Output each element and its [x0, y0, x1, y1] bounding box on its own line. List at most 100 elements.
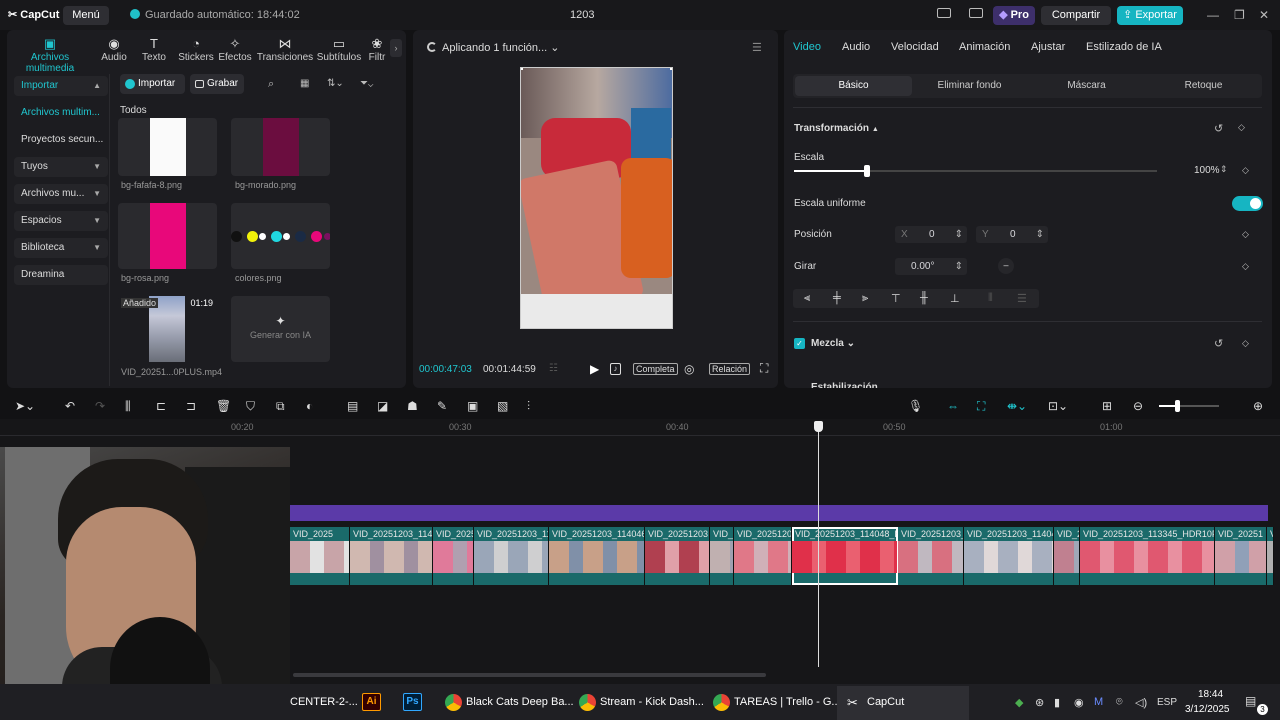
tool-transitions[interactable]: ⋈ Transiciones	[256, 36, 314, 63]
magic-icon[interactable]: ✎	[437, 399, 447, 413]
blend-checkbox[interactable]: ✓	[794, 338, 805, 349]
tool-effects[interactable]: ✧ Efectos	[212, 36, 258, 63]
scale-slider-knob[interactable]	[863, 165, 870, 177]
timeline-clip[interactable]: VID_20251	[1215, 527, 1267, 585]
position-x-field[interactable]: X 0 ⇕	[895, 226, 967, 243]
distribute-h-icon[interactable]: ⦀	[988, 292, 993, 305]
tab-audio[interactable]: Audio	[842, 41, 870, 53]
reset-icon[interactable]: ↺	[1214, 122, 1223, 135]
mirror-icon[interactable]: ◪	[377, 399, 388, 413]
clock-date[interactable]: 3/12/2025	[1185, 704, 1230, 715]
chevron-right-icon[interactable]: ›	[390, 39, 402, 57]
timeline-clip[interactable]: VID_20251203_114046_H	[549, 527, 645, 585]
rotate-dial[interactable]: –	[998, 258, 1014, 274]
timeline-clip[interactable]: VID_2025	[290, 527, 350, 585]
export-button[interactable]: ⇪ Exportar	[1117, 6, 1183, 25]
audio-split-icon[interactable]: ⫶	[527, 399, 530, 414]
share-button[interactable]: Compartir	[1041, 6, 1111, 25]
tray-icon[interactable]: ⊛	[1035, 696, 1044, 709]
timeline-clip[interactable]: VID_2	[710, 527, 734, 585]
split-right-icon[interactable]: ⊐	[186, 399, 196, 413]
import-button[interactable]: Importar	[120, 74, 185, 94]
keyframe-icon[interactable]: ◇	[1242, 338, 1249, 349]
tab-ai-style[interactable]: Estilizado de IA	[1086, 41, 1162, 53]
person-icon[interactable]: ☗	[407, 399, 418, 413]
minimize-icon[interactable]: —	[1207, 8, 1219, 22]
keyframe-icon[interactable]: ◇	[1242, 261, 1249, 272]
timeline-clip[interactable]: VID_20251203	[645, 527, 710, 585]
reframe-icon[interactable]: ▧	[497, 399, 508, 413]
sidebar-item-media[interactable]: Archivos multim...	[14, 103, 108, 123]
timeline-clip[interactable]: VID_20251203_11404	[964, 527, 1054, 585]
align-top-icon[interactable]: ⊤	[891, 292, 901, 305]
taskbar-item[interactable]: Black Cats Deep Ba...	[466, 684, 574, 720]
align-center-h-icon[interactable]: ╪	[833, 292, 841, 304]
sidebar-item-media2[interactable]: Archivos mu... ▼	[14, 184, 108, 204]
reset-icon[interactable]: ↺	[1214, 337, 1223, 350]
illustrator-icon[interactable]: Ai	[362, 693, 381, 711]
view-icon[interactable]: ▦	[300, 78, 309, 89]
timeline-clip[interactable]: VID_20251203_1140	[350, 527, 433, 585]
split-icon[interactable]: ⫼	[125, 399, 131, 414]
zoom-in-icon[interactable]: ⊕	[1253, 399, 1263, 413]
position-y-field[interactable]: Y 0 ⇕	[976, 226, 1048, 243]
speed-icon[interactable]: ◐	[306, 399, 313, 413]
magnet-icon[interactable]: ⛶	[977, 399, 985, 414]
sidebar-item-import[interactable]: Importar ▲	[14, 76, 108, 96]
wifi-icon[interactable]: ⌾	[1116, 696, 1123, 709]
preview-axis-icon[interactable]: ⊡⌄	[1048, 399, 1068, 413]
redo-icon[interactable]: ↷	[95, 399, 105, 413]
snap-icon[interactable]: ⇼⌄	[1007, 399, 1027, 413]
playhead-handle[interactable]	[814, 421, 823, 432]
subtab-remove-bg[interactable]: Eliminar fondo	[911, 76, 1028, 96]
hd-icon[interactable]: ▣	[467, 399, 478, 413]
clock-time[interactable]: 18:44	[1198, 689, 1223, 700]
timeline-clip[interactable]: VID_20251203_113345_HDR10PLU	[1080, 527, 1215, 585]
subtab-retouch[interactable]: Retoque	[1145, 76, 1262, 96]
timeline-clip[interactable]: VID_2025	[433, 527, 474, 585]
media-thumb[interactable]: Añadido 01:19	[118, 296, 217, 362]
crop-icon[interactable]: ⧉	[276, 399, 285, 414]
subtab-basic[interactable]: Básico	[795, 76, 912, 96]
timeline-clip[interactable]: VID_20251203	[734, 527, 792, 585]
microphone-icon[interactable]: 🎙	[908, 399, 923, 413]
media-thumb[interactable]	[231, 203, 330, 269]
tiktok-icon[interactable]: ♪	[610, 363, 621, 375]
full-quality-button[interactable]: Completa	[633, 363, 678, 375]
horizontal-scrollbar[interactable]	[293, 673, 766, 677]
tool-subtitles[interactable]: ▭ Subtítulos	[312, 36, 366, 63]
sidebar-item-dreamina[interactable]: Dreamina	[14, 265, 108, 285]
search-icon[interactable]: ⌕	[268, 78, 274, 91]
timeline-clip[interactable]: VID_20251203_114	[474, 527, 549, 585]
uniform-scale-toggle[interactable]	[1232, 196, 1263, 211]
taskbar-item[interactable]: Stream - Kick Dash...	[600, 684, 704, 720]
keyboard-icon[interactable]	[969, 8, 983, 18]
taskbar-item[interactable]: TAREAS | Trello - G...	[734, 684, 841, 720]
media-thumb[interactable]	[118, 118, 217, 176]
time-ruler[interactable]: 00:20 00:30 00:40 00:50 01:00	[0, 419, 1280, 436]
tool-media[interactable]: ▣ Archivos multimedia	[7, 36, 93, 74]
volume-icon[interactable]: ◁)	[1135, 696, 1147, 709]
scale-value[interactable]: 100%	[1194, 165, 1220, 176]
sort-icon[interactable]: ⇅⌄	[327, 78, 344, 89]
link-icon[interactable]: ⇔	[947, 399, 959, 413]
freeze-icon[interactable]: ▤	[347, 399, 358, 413]
align-right-icon[interactable]: ⫸	[862, 292, 868, 305]
timeline-clip[interactable]: VID_20251203_1	[898, 527, 964, 585]
keyframe-icon[interactable]: ◇	[1242, 165, 1249, 176]
stepper-icon[interactable]: ⇕	[1220, 164, 1228, 175]
menu-button[interactable]: Menú	[63, 6, 109, 25]
timeline-clip[interactable]: VID_20	[1054, 527, 1080, 585]
delete-icon[interactable]: 🗑	[216, 399, 231, 413]
screenshot-icon[interactable]: ◎	[684, 362, 694, 376]
video-frame[interactable]	[520, 67, 673, 329]
tray-icon[interactable]: ◆	[1015, 696, 1023, 709]
pro-button[interactable]: ◆ Pro	[993, 6, 1035, 25]
maximize-icon[interactable]: ❐	[1234, 8, 1245, 22]
align-bottom-icon[interactable]: ⊥	[950, 292, 960, 305]
media-thumb[interactable]	[231, 118, 330, 176]
menu-icon[interactable]: ☰	[752, 41, 762, 54]
language-indicator[interactable]: ESP	[1157, 697, 1177, 708]
layout-icon[interactable]	[937, 8, 951, 18]
keyframe-icon[interactable]: ◇	[1238, 122, 1245, 133]
